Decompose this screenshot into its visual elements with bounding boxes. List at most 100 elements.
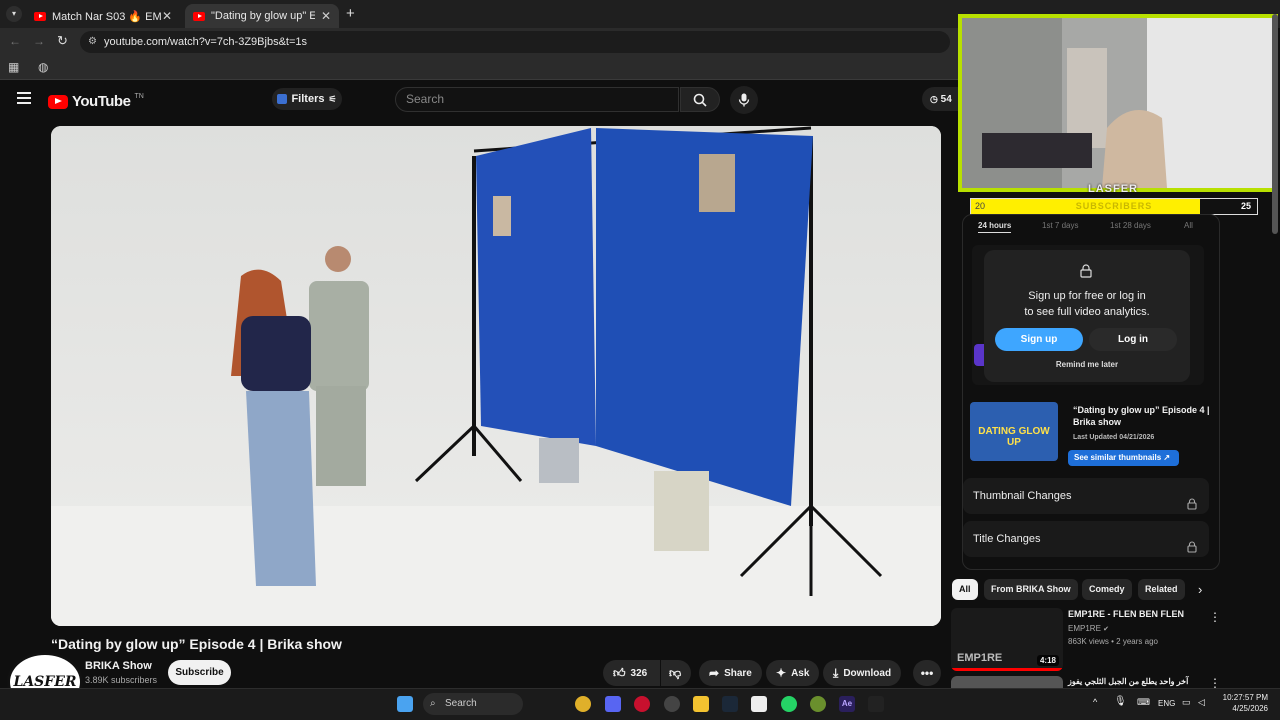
lock-icon <box>1080 264 1092 283</box>
recommendation-meta: 863K views • 2 years ago <box>1068 637 1158 646</box>
title-changes-label: Title Changes <box>973 533 1041 545</box>
after-effects-icon[interactable]: Ae <box>839 696 855 712</box>
taskbar-search[interactable]: ⌕ Search <box>423 693 523 715</box>
language-indicator[interactable]: ENG <box>1158 699 1175 708</box>
taskbar-search-label: Search <box>445 698 477 709</box>
new-tab-icon[interactable]: + <box>346 5 355 22</box>
capcut-icon[interactable] <box>751 696 767 712</box>
tab-24-hours[interactable]: 24 hours <box>978 221 1012 233</box>
chip-from-brika-show[interactable]: From BRIKA Show <box>984 579 1078 600</box>
video-frame <box>51 126 941 626</box>
video-player[interactable] <box>51 126 941 626</box>
filters-button[interactable]: Filters ⚟ <box>272 88 342 110</box>
overlay-brand-text: LASFER <box>1088 183 1138 195</box>
youtube-wordmark: YouTube <box>72 93 131 110</box>
xbox-icon[interactable] <box>810 696 826 712</box>
youtube-favicon-icon <box>34 11 46 21</box>
like-button[interactable]: 👍︎ 326 <box>603 660 660 686</box>
thumbnail-text: EMP1RE <box>957 652 1003 664</box>
volume-icon[interactable]: ◁ <box>1198 697 1205 708</box>
windows-start-icon[interactable] <box>397 696 413 712</box>
chip-related[interactable]: Related <box>1138 579 1185 600</box>
voice-search-button[interactable] <box>730 86 758 114</box>
forward-icon[interactable]: → <box>33 34 45 48</box>
see-similar-thumbnails-button[interactable]: See similar thumbnails ↗ <box>1068 450 1179 466</box>
opera-icon[interactable] <box>634 696 650 712</box>
log-in-button[interactable]: Log in <box>1089 328 1177 351</box>
video-thumbnail[interactable]: DATING GLOW UP <box>970 402 1058 461</box>
back-icon[interactable]: ← <box>9 34 21 48</box>
search-icon: ⌕ <box>430 698 436 709</box>
network-icon[interactable]: ▭ <box>1182 697 1191 708</box>
taskbar-clock[interactable]: 10:27:57 PM 4/25/2026 <box>1223 692 1268 714</box>
tab-first-28-days[interactable]: 1st 28 days <box>1110 221 1151 230</box>
download-button[interactable]: ⤓ Download <box>823 660 902 686</box>
site-info-icon[interactable]: ⚙ <box>88 31 97 53</box>
bookmarks-bar: ▦ ◍ <box>0 56 960 80</box>
dislike-button[interactable]: 👎︎ <box>661 660 691 686</box>
tray-chevron-icon[interactable]: ^ <box>1093 697 1097 707</box>
close-tab-icon[interactable]: ✕ <box>162 9 172 23</box>
remind-later-link[interactable]: Remind me later <box>984 360 1190 369</box>
tab-title: Match Nar S03 🔥 EMP1RE 🔥 <box>52 10 162 23</box>
tab-all[interactable]: All <box>1184 221 1193 230</box>
download-icon: ⤓ <box>833 665 839 680</box>
share-button[interactable]: ➦ Share <box>699 660 762 686</box>
globe-icon[interactable]: ◍ <box>38 60 48 74</box>
thumbs-down-icon: 👎︎ <box>669 665 682 680</box>
keyboard-tray-icon[interactable]: ⌨ <box>1137 697 1150 708</box>
search-button[interactable] <box>680 87 720 112</box>
recommendation-title-2[interactable]: آخر واحد يطلع من الجبل الثلجي يفوز <box>1068 677 1188 686</box>
duration-text: 4:18 <box>1039 656 1056 665</box>
obs-icon[interactable] <box>664 696 680 712</box>
chevron-right-icon[interactable]: › <box>1198 582 1202 597</box>
channel-label: EMP1RE <box>1068 624 1101 633</box>
more-actions-button[interactable]: ••• <box>913 660 941 686</box>
reload-icon[interactable]: ↻ <box>57 33 68 49</box>
like-count: 326 <box>630 667 648 679</box>
lock-icon <box>1187 489 1197 525</box>
country-code: TN <box>134 93 144 100</box>
recommendation-thumbnail[interactable]: EMP1RE 4:18 <box>951 608 1063 671</box>
share-label: Share <box>724 667 752 679</box>
clock-date: 4/25/2026 <box>1232 704 1268 713</box>
discord-icon[interactable] <box>605 696 621 712</box>
youtube-logo[interactable]: YouTube TN <box>48 93 144 110</box>
chrome-icon[interactable] <box>575 696 591 712</box>
tab-dating-by-glow-up[interactable]: "Dating by glow up" Episode 4 ✕ <box>185 4 339 28</box>
watch-timer[interactable]: ◷ 54 <box>922 87 962 111</box>
microphone-icon <box>738 93 750 107</box>
more-vertical-icon[interactable]: ⋮ <box>1209 610 1221 624</box>
sign-up-button[interactable]: Sign up <box>995 328 1083 351</box>
lock-message-line2: to see full video analytics. <box>1024 306 1150 318</box>
chip-comedy[interactable]: Comedy <box>1082 579 1132 600</box>
menu-hamburger-icon[interactable] <box>17 92 31 104</box>
steam-icon[interactable] <box>722 696 738 712</box>
thumbnail-changes-row[interactable]: Thumbnail Changes <box>963 478 1209 514</box>
file-explorer-icon[interactable] <box>693 696 709 712</box>
tab-first-7-days[interactable]: 1st 7 days <box>1042 221 1078 230</box>
recommendation-title[interactable]: EMP1RE - FLEN BEN FLEN <box>1068 609 1184 619</box>
ask-button[interactable]: ✦ Ask <box>766 660 820 686</box>
whatsapp-icon[interactable] <box>781 696 797 712</box>
url-text: youtube.com/watch?v=7ch-3Z9Bjbs&t=1s <box>104 36 308 48</box>
chip-all[interactable]: All <box>952 579 978 600</box>
recommendation-channel[interactable]: EMP1RE ✔ <box>1068 624 1109 633</box>
lock-message-line1: Sign up for free or log in <box>1028 290 1146 302</box>
channel-name[interactable]: BRIKA Show <box>85 660 152 672</box>
microphone-tray-icon[interactable]: 🎙︎ <box>1114 696 1127 707</box>
tab-match-nar[interactable]: Match Nar S03 🔥 EMP1RE 🔥 ✕ <box>26 4 180 28</box>
search-input[interactable]: Search <box>395 87 679 112</box>
tab-list-chevron-icon[interactable]: ▾ <box>6 6 22 22</box>
title-changes-row[interactable]: Title Changes <box>963 521 1209 557</box>
subscribe-button[interactable]: Subscribe <box>168 660 231 685</box>
watch-progress <box>951 668 1063 671</box>
close-tab-icon[interactable]: ✕ <box>321 9 331 23</box>
terminal-icon[interactable] <box>868 696 884 712</box>
url-input[interactable]: ⚙ youtube.com/watch?v=7ch-3Z9Bjbs&t=1s <box>80 31 950 53</box>
last-updated-label: Last Updated 04/21/2026 <box>1073 434 1155 441</box>
page-scrollbar[interactable] <box>1272 14 1278 234</box>
apps-grid-icon[interactable]: ▦ <box>8 60 19 74</box>
analytics-video-title: “Dating by glow up” Episode 4 | Brika sh… <box>1073 405 1210 427</box>
verified-icon: ✔ <box>1103 626 1110 633</box>
